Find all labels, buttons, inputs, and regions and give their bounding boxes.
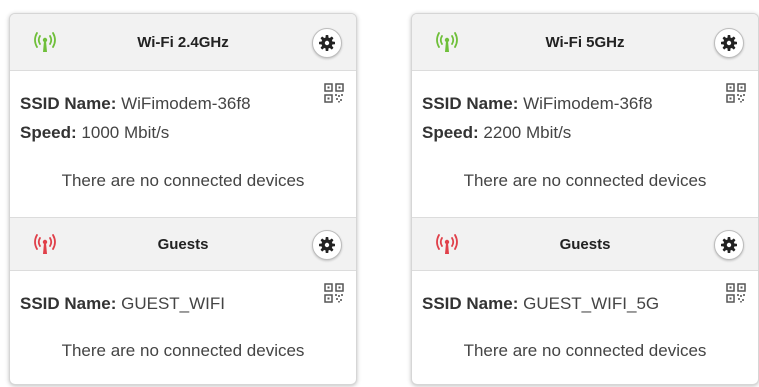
speed-value: 1000 Mbit/s xyxy=(81,123,170,142)
gear-icon xyxy=(721,237,737,253)
speed-row: Speed: 1000 Mbit/s xyxy=(20,122,169,144)
guest-settings-button[interactable] xyxy=(714,230,744,260)
qr-code-icon[interactable] xyxy=(726,283,746,303)
ssid-row: SSID Name: WiFimodem-36f8 xyxy=(20,93,251,115)
guest-header: Guests xyxy=(412,217,758,271)
settings-button[interactable] xyxy=(312,28,342,58)
gear-icon xyxy=(319,35,335,51)
guest-body: SSID Name: GUEST_WIFI_5G There are no co… xyxy=(412,271,758,381)
ssid-label: SSID Name: xyxy=(422,94,519,113)
guest-header: Guests xyxy=(10,217,356,271)
section-title: Guests xyxy=(157,235,209,253)
section-title: Guests xyxy=(559,235,611,253)
qr-code-icon[interactable] xyxy=(324,83,344,103)
speed-label: Speed: xyxy=(20,123,77,142)
wifi-5ghz-header: Wi-Fi 5GHz xyxy=(412,14,758,71)
ssid-label: SSID Name: xyxy=(20,294,117,313)
wifi-card-left: Wi-Fi 2.4GHz SSID Name: WiFimodem-36f8 S… xyxy=(9,13,357,385)
gear-icon xyxy=(721,35,737,51)
gear-icon xyxy=(319,237,335,253)
ssid-row: SSID Name: GUEST_WIFI_5G xyxy=(422,293,659,315)
speed-row: Speed: 2200 Mbit/s xyxy=(422,122,571,144)
connected-devices-status: There are no connected devices xyxy=(463,341,707,360)
connected-devices-status: There are no connected devices xyxy=(61,341,305,360)
guest-body: SSID Name: GUEST_WIFI There are no conne… xyxy=(10,271,356,381)
section-title: Wi-Fi 2.4GHz xyxy=(137,33,229,51)
ssid-row: SSID Name: GUEST_WIFI xyxy=(20,293,225,315)
ssid-label: SSID Name: xyxy=(422,294,519,313)
ssid-value: WiFimodem-36f8 xyxy=(121,94,251,113)
qr-code-icon[interactable] xyxy=(726,83,746,103)
ssid-row: SSID Name: WiFimodem-36f8 xyxy=(422,93,653,115)
ssid-value: GUEST_WIFI xyxy=(121,294,226,313)
guest-settings-button[interactable] xyxy=(312,230,342,260)
ssid-label: SSID Name: xyxy=(20,94,117,113)
speed-label: Speed: xyxy=(422,123,479,142)
section-title: Wi-Fi 5GHz xyxy=(545,33,625,51)
ssid-value: GUEST_WIFI_5G xyxy=(523,294,660,313)
connected-devices-status: There are no connected devices xyxy=(61,171,305,190)
wifi-5ghz-body: SSID Name: WiFimodem-36f8 Speed: 2200 Mb… xyxy=(412,71,758,217)
ssid-value: WiFimodem-36f8 xyxy=(523,94,653,113)
wifi-24ghz-header: Wi-Fi 2.4GHz xyxy=(10,14,356,71)
settings-button[interactable] xyxy=(714,28,744,58)
wifi-card-right: Wi-Fi 5GHz SSID Name: WiFimodem-36f8 Spe… xyxy=(411,13,759,385)
connected-devices-status: There are no connected devices xyxy=(463,171,707,190)
wifi-24ghz-body: SSID Name: WiFimodem-36f8 Speed: 1000 Mb… xyxy=(10,71,356,217)
speed-value: 2200 Mbit/s xyxy=(483,123,572,142)
qr-code-icon[interactable] xyxy=(324,283,344,303)
